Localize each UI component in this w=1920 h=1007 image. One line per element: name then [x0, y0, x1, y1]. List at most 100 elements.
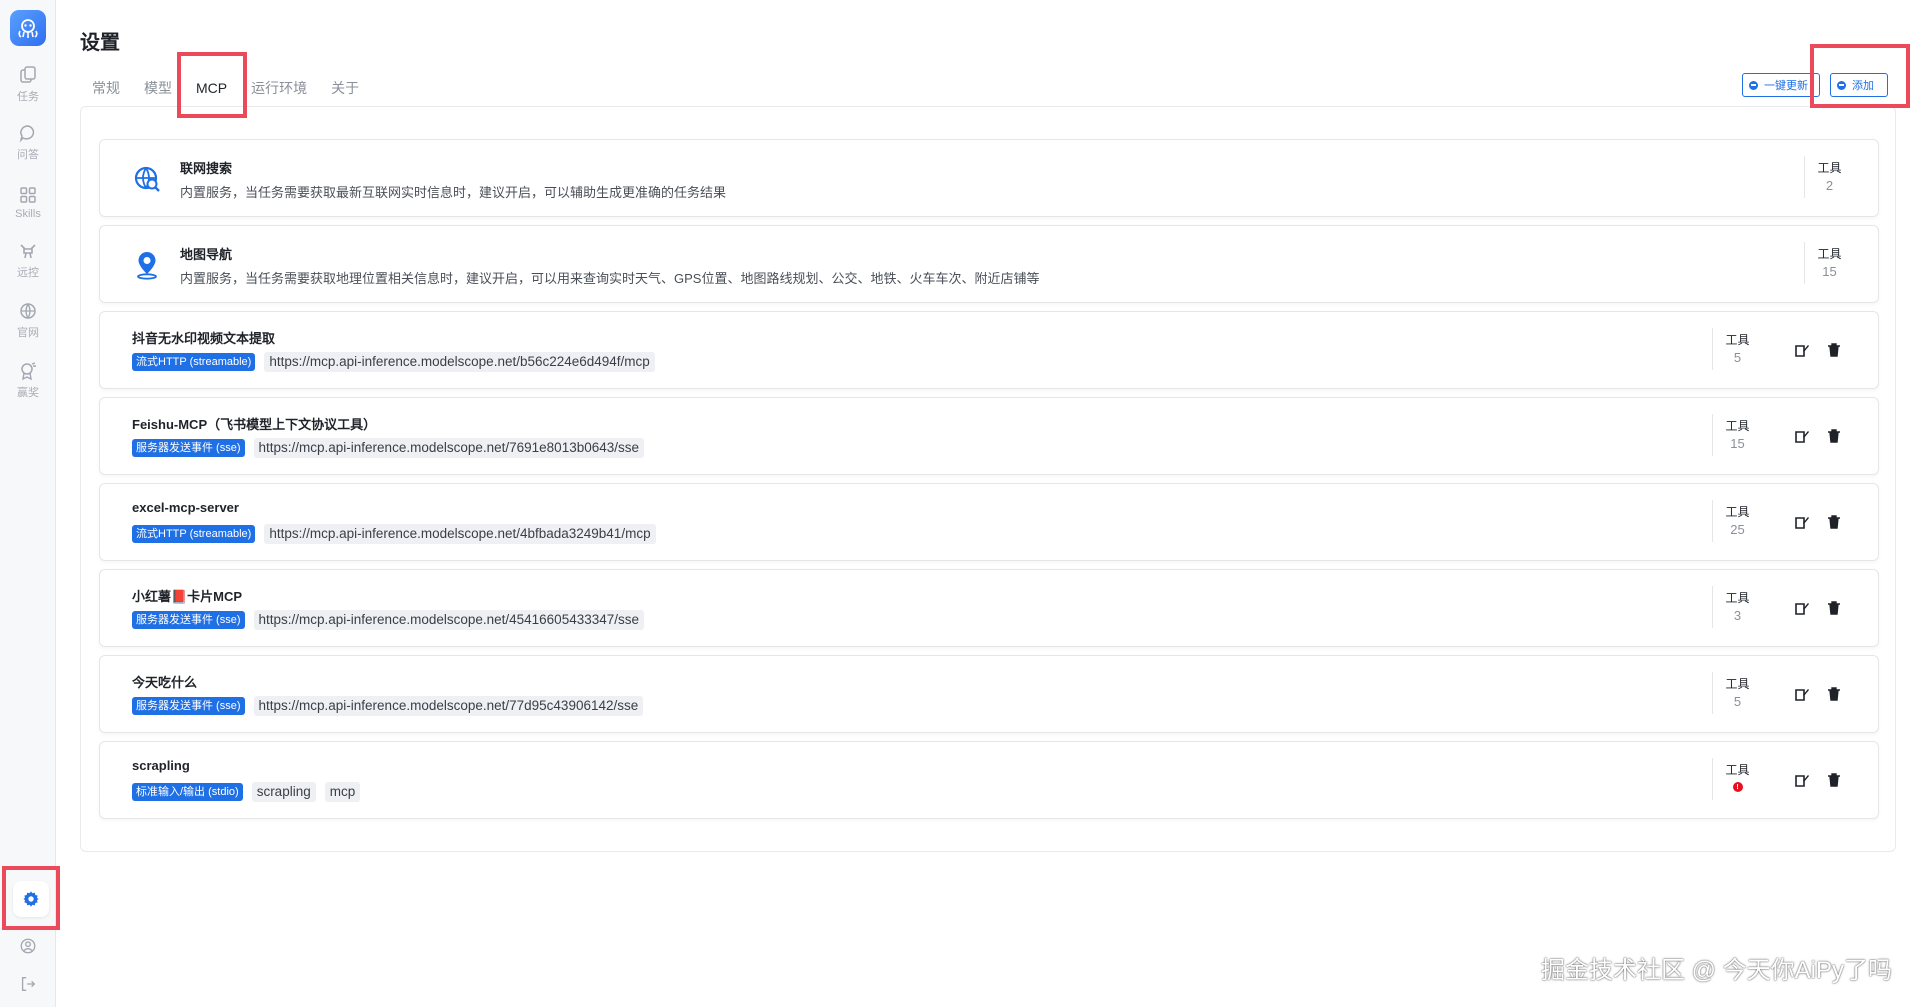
sidebar-item-website[interactable]: 官网 [0, 294, 56, 346]
server-name: scrapling [132, 758, 190, 773]
server-name: 今天吃什么 [132, 675, 198, 690]
tools-label: 工具 [1817, 161, 1842, 175]
tools-count: 工具 25 [1712, 500, 1762, 542]
transport-badge: 流式HTTP (streamable) [132, 525, 256, 543]
prize-icon [21, 361, 36, 380]
server-meta: 服务器发送事件 (sse) https://mcp.api-inference.m… [132, 438, 653, 458]
edit-icon[interactable] [1794, 600, 1810, 616]
sidebar-item-label: 远控 [17, 266, 39, 279]
user-icon [20, 938, 36, 954]
command-chip: scrapling [251, 782, 316, 802]
user-button[interactable] [14, 932, 42, 960]
mcp-server-card: 地图导航 内置服务，当任务需要获取地理位置相关信息时，建议开启，可以用来查询实时… [99, 225, 1879, 303]
sidebar-item-label: Skills [15, 207, 41, 220]
server-url: https://mcp.api-inference.modelscope.net… [253, 696, 644, 716]
mcp-server-card: 今天吃什么 服务器发送事件 (sse) https://mcp.api-infer… [99, 655, 1879, 733]
add-server-button[interactable]: 添加 [1830, 73, 1888, 97]
mcp-server-card: scrapling 标准输入/输出 (stdio) scrapling mcp 工具… [99, 741, 1879, 819]
settings-button[interactable] [4, 868, 58, 930]
tools-number: 15 [1822, 264, 1837, 279]
server-url: https://mcp.api-inference.modelscope.net… [253, 438, 645, 458]
sidebar-item-label: 官网 [17, 326, 39, 339]
update-all-label: 一键更新 [1764, 80, 1808, 92]
server-url: https://mcp.api-inference.modelscope.net… [264, 352, 655, 372]
settings-button-inner [13, 881, 49, 917]
tasks-icon [20, 65, 36, 83]
sidebar-item-remote[interactable]: 远控 [0, 234, 56, 286]
globe-icon [20, 302, 36, 319]
server-url: https://mcp.api-inference.modelscope.net… [264, 524, 656, 544]
tools-label: 工具 [1725, 505, 1750, 519]
server-url: https://mcp.api-inference.modelscope.net… [253, 610, 645, 630]
skills-icon [20, 186, 36, 203]
app-logo[interactable] [10, 10, 46, 46]
tab-runtime[interactable]: 运行环境 [239, 72, 319, 104]
server-meta: 服务器发送事件 (sse) https://mcp.api-inference.m… [132, 696, 652, 716]
edit-icon[interactable] [1794, 342, 1810, 358]
sidebar-item-prize[interactable]: 赢奖 [0, 354, 56, 406]
server-description: 内置服务，当任务需要获取地理位置相关信息时，建议开启，可以用来查询实时天气、GP… [180, 271, 1040, 286]
logout-button[interactable] [14, 970, 42, 998]
tools-number: 2 [1825, 178, 1834, 193]
mcp-server-panel: 联网搜索 内置服务，当任务需要获取最新互联网实时信息时，建议开启，可以辅助生成更… [80, 106, 1896, 852]
delete-icon[interactable] [1826, 772, 1842, 788]
tools-label: 工具 [1725, 333, 1750, 347]
sidebar-item-label: 任务 [17, 90, 39, 103]
tools-count: 工具 2 [1804, 156, 1854, 198]
sidebar-item-skills[interactable]: Skills [0, 176, 56, 228]
tools-count: 工具 ! [1712, 758, 1762, 800]
transport-badge: 服务器发送事件 (sse) [132, 611, 245, 629]
mcp-server-card: 联网搜索 内置服务，当任务需要获取最新互联网实时信息时，建议开启，可以辅助生成更… [99, 139, 1879, 217]
server-meta: 服务器发送事件 (sse) https://mcp.api-inference.m… [132, 610, 653, 630]
mcp-server-card: excel-mcp-server 流式HTTP (streamable) http… [99, 483, 1879, 561]
add-label: 添加 [1852, 80, 1874, 92]
tools-label: 工具 [1725, 763, 1750, 777]
tools-number: 5 [1733, 350, 1742, 365]
tab-general[interactable]: 常规 [80, 72, 132, 104]
mcp-server-card: 抖音无水印视频文本提取 流式HTTP (streamable) https://m… [99, 311, 1879, 389]
robot-logo-icon [18, 19, 38, 38]
edit-icon[interactable] [1794, 772, 1810, 788]
server-name: 小红薯📕卡片MCP [132, 589, 243, 604]
tab-mcp[interactable]: MCP [184, 72, 239, 104]
remote-icon [20, 243, 36, 258]
gear-icon [23, 891, 39, 907]
edit-icon[interactable] [1794, 686, 1810, 702]
delete-icon[interactable] [1826, 600, 1842, 616]
settings-tabs: 常规 模型 MCP 运行环境 关于 [80, 72, 371, 104]
edit-icon[interactable] [1794, 428, 1810, 444]
server-name: excel-mcp-server [132, 500, 239, 515]
update-icon [1749, 80, 1758, 90]
tools-count: 工具 5 [1712, 672, 1762, 714]
server-meta: 流式HTTP (streamable) https://mcp.api-infer… [132, 352, 664, 372]
server-name: 地图导航 [180, 247, 233, 262]
tab-about[interactable]: 关于 [319, 72, 371, 104]
sidebar-item-chat[interactable]: 问答 [0, 116, 56, 168]
edit-icon[interactable] [1794, 514, 1810, 530]
sidebar-item-label: 问答 [17, 148, 39, 161]
delete-icon[interactable] [1826, 686, 1842, 702]
server-meta: 流式HTTP (streamable) https://mcp.api-infer… [132, 524, 665, 544]
tools-label: 工具 [1817, 247, 1842, 261]
tools-label: 工具 [1725, 677, 1750, 691]
tools-number: 25 [1730, 522, 1745, 537]
tools-count: 工具 3 [1712, 586, 1762, 628]
tools-error-badge: ! [1732, 782, 1743, 792]
tools-number: 3 [1733, 608, 1742, 623]
delete-icon[interactable] [1826, 428, 1842, 444]
server-description: 内置服务，当任务需要获取最新互联网实时信息时，建议开启，可以辅助生成更准确的任务… [180, 185, 727, 200]
delete-icon[interactable] [1826, 342, 1842, 358]
sidebar-item-tasks[interactable]: 任务 [0, 58, 56, 110]
delete-icon[interactable] [1826, 514, 1842, 530]
mcp-server-card: 小红薯📕卡片MCP 服务器发送事件 (sse) https://mcp.api-i… [99, 569, 1879, 647]
sidebar: 任务 问答 Skills 远控 官网 赢奖 [0, 0, 56, 1007]
tools-number: 5 [1733, 694, 1742, 709]
update-all-button[interactable]: 一键更新 [1742, 73, 1820, 97]
server-name: Feishu-MCP（飞书模型上下文协议工具） [132, 417, 377, 432]
transport-badge: 服务器发送事件 (sse) [132, 439, 245, 457]
map-pin-icon [137, 252, 157, 280]
transport-badge: 标准输入/输出 (stdio) [132, 783, 243, 801]
tools-label: 工具 [1725, 591, 1750, 605]
tab-models[interactable]: 模型 [132, 72, 184, 104]
tools-label: 工具 [1725, 419, 1750, 433]
